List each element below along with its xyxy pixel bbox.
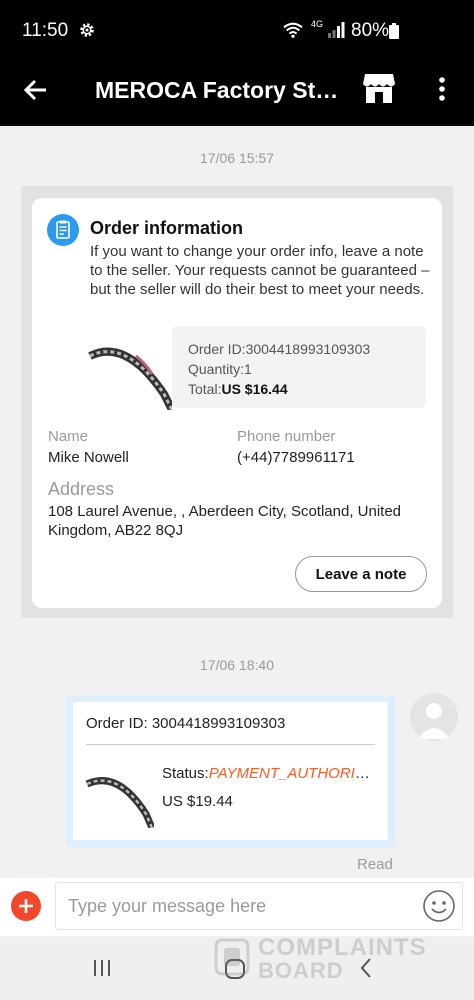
- order-info-description: If you want to change your order info, l…: [90, 243, 430, 298]
- store-title: MEROCA Factory Sto...: [95, 77, 345, 103]
- chat-header: MEROCA Factory Sto...: [0, 62, 474, 126]
- clipboard-icon: [47, 214, 79, 246]
- address-value: 108 Laurel Avenue, , Aberdeen City, Scot…: [48, 503, 402, 539]
- gear-icon: [80, 23, 94, 37]
- more-options-icon[interactable]: [432, 75, 452, 103]
- plus-icon: [19, 899, 33, 913]
- message-timestamp: 17/06 15:57: [200, 150, 274, 166]
- order-id: Order ID:3004418993109303: [188, 341, 371, 357]
- read-receipt: Read: [357, 856, 393, 873]
- message-timestamp: 17/06 18:40: [200, 657, 274, 673]
- order-total: Total:US $16.44: [188, 381, 288, 397]
- message-status: Status:PAYMENT_AUTHORIZATION: [162, 765, 377, 782]
- order-info-title: Order information: [90, 218, 244, 238]
- store-icon[interactable]: [362, 72, 396, 104]
- status-bar: 11:50 4G 80%: [0, 0, 474, 62]
- name-value: Mike Nowell: [48, 449, 129, 466]
- message-order-id: Order ID: 3004418993109303: [86, 715, 286, 732]
- back-arrow-icon[interactable]: [22, 76, 50, 104]
- watermark-line-2: BOARD: [258, 958, 344, 983]
- order-total-value: US $16.44: [221, 381, 288, 397]
- status-value: PAYMENT_AUTHORIZATION: [208, 765, 377, 782]
- name-label: Name: [48, 428, 89, 445]
- watermark-logo-icon: [214, 938, 250, 976]
- add-attachment-button[interactable]: [11, 891, 41, 921]
- address-label: Address: [48, 479, 115, 499]
- wifi-icon: [283, 22, 303, 38]
- phone-value: (+44)7789961171: [237, 449, 355, 466]
- divider: [86, 744, 375, 745]
- message-price: US $19.44: [162, 793, 233, 810]
- status-label: Status:: [162, 765, 209, 782]
- message-input[interactable]: [55, 882, 463, 930]
- battery-icon: [389, 23, 399, 39]
- recent-apps-icon[interactable]: [91, 957, 113, 979]
- status-time: 11:50: [22, 20, 69, 41]
- product-image[interactable]: [84, 766, 154, 828]
- order-quantity: Quantity:1: [188, 361, 252, 377]
- product-image[interactable]: [86, 334, 172, 410]
- network-type-label: 4G: [311, 19, 324, 29]
- signal-icon: [328, 22, 345, 38]
- avatar[interactable]: [410, 693, 458, 741]
- phone-label: Phone number: [237, 428, 336, 445]
- leave-note-button[interactable]: Leave a note: [295, 556, 427, 592]
- emoji-icon[interactable]: [422, 889, 456, 923]
- battery-percent: 80%: [351, 20, 390, 41]
- order-total-label: Total:: [188, 381, 222, 397]
- watermark: COMPLAINTS BOARD: [214, 934, 430, 983]
